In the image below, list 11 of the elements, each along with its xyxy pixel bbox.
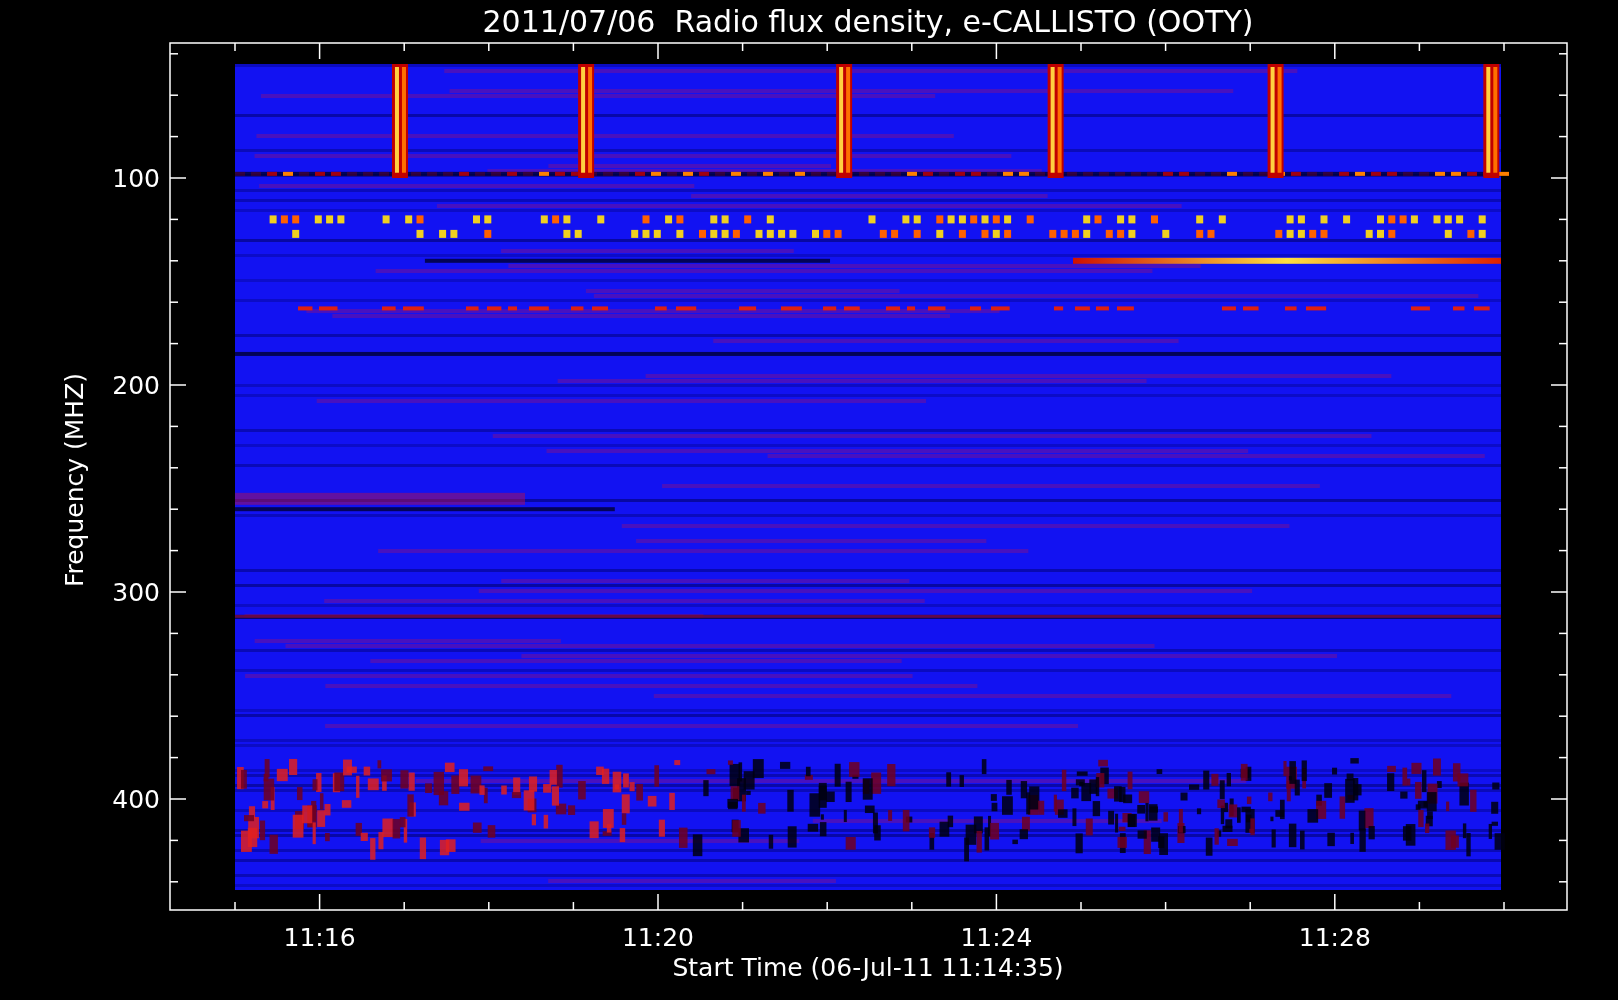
axis-label: Frequency (MHZ) (60, 372, 89, 588)
tick-label: 11:20 (622, 923, 694, 952)
tick-label: 11:28 (1298, 923, 1371, 952)
tick-label: 300 (112, 578, 160, 607)
tick-label: 400 (112, 785, 160, 814)
tick-label: 11:16 (283, 923, 356, 952)
tick-label: 200 (112, 371, 160, 400)
tick-label: 11:24 (960, 923, 1033, 952)
axis-label: Start Time (06-Jul-11 11:14:35) (672, 953, 1064, 982)
plot-title: 2011/07/06 Radio flux density, e-CALLISTO (OOTY) (482, 4, 1254, 39)
tick-label: 100 (112, 164, 160, 193)
